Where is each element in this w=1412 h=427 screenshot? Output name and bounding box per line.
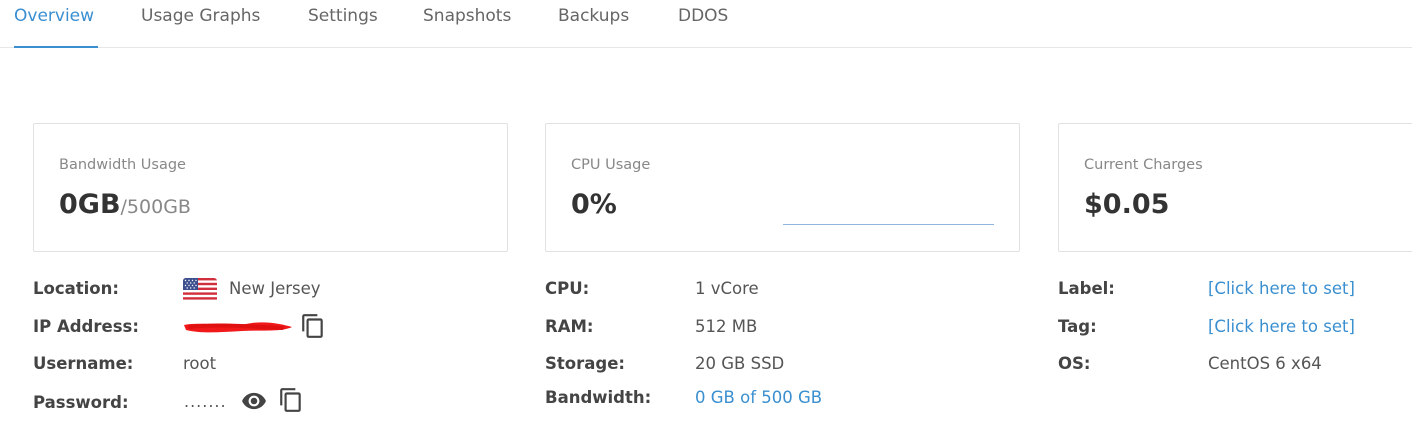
label-label: Label:: [1058, 279, 1115, 298]
bandwidth-usage-value: 0GB/500GB: [59, 189, 191, 220]
card-title: Current Charges: [1084, 157, 1203, 173]
location-value: New Jersey: [229, 279, 321, 298]
cpu-usage-card: CPU Usage 0%: [545, 123, 1020, 252]
cpu-usage-value: 0%: [571, 189, 617, 220]
cpu-label: CPU:: [545, 279, 590, 298]
card-title: CPU Usage: [571, 157, 651, 173]
us-flag-icon: [183, 278, 217, 302]
tab-backups[interactable]: Backups: [558, 6, 629, 48]
storage-label: Storage:: [545, 354, 625, 373]
os-value: CentOS 6 x64: [1208, 354, 1322, 373]
set-label-link[interactable]: [Click here to set]: [1208, 279, 1355, 298]
cpu-value: 1 vCore: [695, 279, 759, 298]
bandwidth-usage-card: Bandwidth Usage 0GB/500GB: [33, 123, 508, 252]
ip-address-redacted: [182, 318, 294, 336]
tab-overview[interactable]: Overview: [14, 6, 98, 48]
password-label: Password:: [33, 393, 129, 412]
current-charges-value: $0.05: [1084, 189, 1170, 220]
os-label: OS:: [1058, 354, 1091, 373]
copy-icon[interactable]: [300, 313, 326, 343]
cpu-sparkline: [783, 224, 994, 225]
eye-icon[interactable]: [240, 388, 268, 418]
password-value: .......: [184, 392, 227, 411]
tab-bar: Overview Usage Graphs Settings Snapshots…: [0, 0, 1412, 48]
tab-usage-graphs[interactable]: Usage Graphs: [141, 6, 260, 48]
storage-value: 20 GB SSD: [695, 354, 785, 373]
bandwidth-label: Bandwidth:: [545, 388, 652, 407]
username-label: Username:: [33, 354, 134, 373]
location-label: Location:: [33, 279, 119, 298]
tab-snapshots[interactable]: Snapshots: [423, 6, 511, 48]
bandwidth-total: /500GB: [120, 196, 191, 218]
bandwidth-used: 0GB: [59, 189, 121, 220]
current-charges-card: Current Charges $0.05: [1058, 123, 1412, 252]
username-value: root: [183, 354, 217, 373]
set-tag-link[interactable]: [Click here to set]: [1208, 317, 1355, 336]
ram-label: RAM:: [545, 317, 594, 336]
tab-ddos[interactable]: DDOS: [678, 6, 728, 48]
tab-settings[interactable]: Settings: [308, 6, 378, 48]
card-title: Bandwidth Usage: [59, 157, 186, 173]
copy-icon[interactable]: [278, 387, 304, 417]
bandwidth-link[interactable]: 0 GB of 500 GB: [695, 388, 822, 407]
tag-label: Tag:: [1058, 317, 1097, 336]
ip-address-label: IP Address:: [33, 317, 139, 336]
ram-value: 512 MB: [695, 317, 758, 336]
